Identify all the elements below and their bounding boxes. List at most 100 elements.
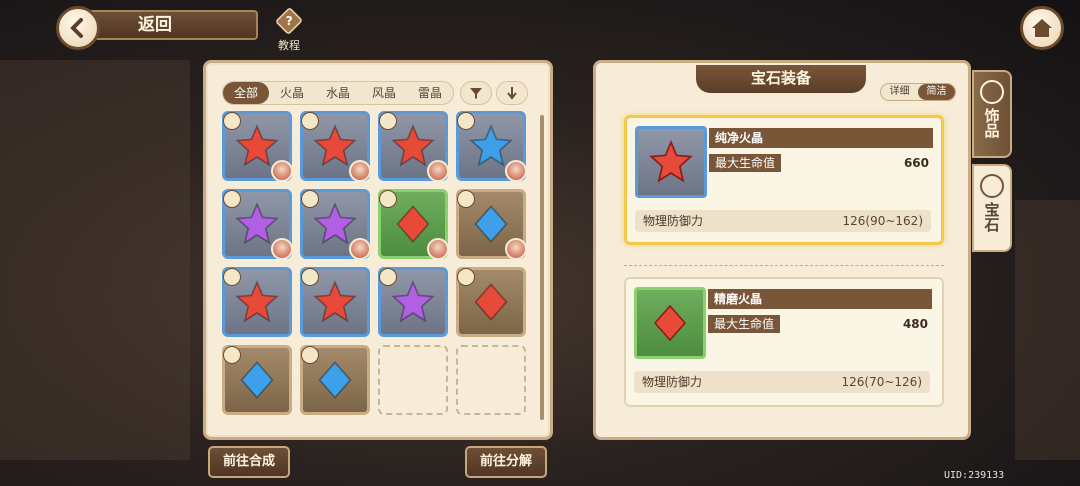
sub-stat-label: 物理防御力 bbox=[643, 214, 704, 228]
go-decompose-button[interactable]: 前往分解 bbox=[465, 446, 547, 478]
help-icon: ? bbox=[274, 6, 304, 36]
rank-badge-icon bbox=[457, 268, 475, 286]
gem-slot[interactable] bbox=[300, 189, 371, 260]
gem-slot[interactable] bbox=[378, 111, 449, 182]
view-toggle: 详细 简洁 bbox=[880, 83, 956, 101]
tab-gem[interactable]: 宝石 bbox=[972, 164, 1012, 252]
rank-badge-icon bbox=[379, 268, 397, 286]
rank-badge-icon bbox=[301, 190, 319, 208]
rank-badge-icon bbox=[223, 346, 241, 364]
divider bbox=[624, 265, 944, 266]
stat-value: 660 bbox=[903, 156, 929, 170]
character-avatar bbox=[505, 160, 527, 182]
character-avatar bbox=[271, 238, 293, 260]
view-simple[interactable]: 简洁 bbox=[918, 84, 955, 100]
red-star-gem-icon bbox=[235, 124, 279, 167]
stat-row: 最大生命值 660 bbox=[709, 154, 933, 174]
tutorial-label: 教程 bbox=[278, 39, 300, 52]
red-diamond-gem-icon bbox=[653, 304, 687, 342]
gem-name: 精磨火晶 bbox=[708, 289, 932, 309]
red-star-gem-icon bbox=[391, 124, 435, 167]
background-shelf bbox=[0, 60, 190, 460]
blue-diamond-gem-icon bbox=[318, 361, 352, 399]
view-detail[interactable]: 详细 bbox=[881, 84, 918, 100]
tab-gem-label: 宝石 bbox=[982, 202, 1001, 232]
filter-tabs: 全部 火晶 水晶 风晶 雷晶 bbox=[222, 81, 454, 105]
rank-badge-icon bbox=[301, 268, 319, 286]
filter-button[interactable] bbox=[460, 81, 492, 105]
user-id: UID:239133 bbox=[944, 470, 1005, 481]
gem-slot[interactable] bbox=[456, 267, 526, 337]
back-bar[interactable]: 返回 bbox=[78, 10, 258, 40]
stat-label: 最大生命值 bbox=[709, 154, 782, 172]
rank-badge-icon bbox=[223, 190, 241, 208]
gem-slot[interactable] bbox=[456, 189, 527, 260]
stat-row: 最大生命值 480 bbox=[708, 315, 932, 335]
gem-slot[interactable] bbox=[300, 345, 370, 415]
gem-inventory-panel: 全部 火晶 水晶 风晶 雷晶 bbox=[203, 60, 553, 440]
tab-fire[interactable]: 火晶 bbox=[269, 82, 315, 104]
red-star-gem-icon bbox=[313, 280, 357, 323]
tab-wind[interactable]: 风晶 bbox=[361, 82, 407, 104]
panel-title: 宝石装备 bbox=[696, 65, 866, 93]
rank-badge-icon bbox=[223, 112, 241, 130]
stat-value: 480 bbox=[902, 317, 928, 331]
gem-name: 纯净火晶 bbox=[709, 128, 933, 148]
character-avatar bbox=[427, 160, 449, 182]
red-diamond-gem-icon bbox=[396, 205, 430, 243]
tab-accessory-label: 饰品 bbox=[982, 108, 1001, 138]
gem-slot[interactable] bbox=[300, 267, 370, 337]
scrollbar-thumb[interactable] bbox=[540, 115, 544, 420]
home-button[interactable] bbox=[1020, 6, 1064, 50]
rank-badge-icon bbox=[457, 190, 475, 208]
character-avatar bbox=[271, 160, 293, 182]
rank-badge-icon bbox=[457, 112, 475, 130]
red-star-gem-icon bbox=[649, 140, 693, 183]
gem-slot[interactable] bbox=[378, 267, 448, 337]
gem-slot[interactable] bbox=[222, 267, 292, 337]
tutorial-button[interactable]: ? 教程 bbox=[272, 6, 306, 53]
gem-thumbnail bbox=[634, 287, 706, 359]
sub-stat-row: 物理防御力 126(70~126) bbox=[634, 371, 930, 393]
character-avatar bbox=[427, 238, 449, 260]
go-craft-button[interactable]: 前往合成 bbox=[208, 446, 290, 478]
empty-slot[interactable] bbox=[378, 345, 448, 415]
gem-slot[interactable] bbox=[300, 111, 371, 182]
rank-badge-icon bbox=[223, 268, 241, 286]
rank-badge-icon bbox=[379, 190, 397, 208]
red-star-gem-icon bbox=[313, 124, 357, 167]
home-icon bbox=[1032, 19, 1052, 37]
gem-icon bbox=[980, 174, 1004, 198]
gem-slot[interactable] bbox=[222, 345, 292, 415]
gem-slot[interactable] bbox=[378, 189, 449, 260]
equipped-gem-card[interactable]: 纯净火晶 最大生命值 660 物理防御力 126(90~162) bbox=[624, 115, 944, 245]
blue-diamond-gem-icon bbox=[474, 205, 508, 243]
gem-slot[interactable] bbox=[222, 189, 293, 260]
blue-star-gem-icon bbox=[469, 124, 513, 167]
sub-stat-row: 物理防御力 126(90~162) bbox=[635, 210, 931, 232]
tab-thunder[interactable]: 雷晶 bbox=[407, 82, 453, 104]
gem-slot[interactable] bbox=[456, 111, 527, 182]
arrow-left-icon bbox=[70, 18, 83, 38]
tab-all[interactable]: 全部 bbox=[223, 82, 269, 104]
character-avatar bbox=[505, 238, 527, 260]
rank-badge-icon bbox=[379, 112, 397, 130]
background-shelf bbox=[1015, 200, 1080, 460]
sub-stat-label: 物理防御力 bbox=[642, 375, 703, 389]
arrow-down-icon bbox=[507, 87, 517, 100]
purple-star-gem-icon bbox=[391, 280, 435, 323]
gem-equipment-panel: 宝石装备 详细 简洁 纯净火晶 最大生命值 660 物理防御力 126(90~1… bbox=[593, 60, 971, 440]
stat-label: 最大生命值 bbox=[708, 315, 781, 333]
empty-slot[interactable] bbox=[456, 345, 526, 415]
accessory-icon bbox=[980, 80, 1004, 104]
purple-star-gem-icon bbox=[313, 202, 357, 245]
sort-button[interactable] bbox=[496, 81, 528, 105]
tab-water[interactable]: 水晶 bbox=[315, 82, 361, 104]
rank-badge-icon bbox=[301, 112, 319, 130]
gem-slot[interactable] bbox=[222, 111, 293, 182]
back-button[interactable] bbox=[56, 6, 100, 50]
red-diamond-gem-icon bbox=[474, 283, 508, 321]
equipped-gem-card[interactable]: 精磨火晶 最大生命值 480 物理防御力 126(70~126) bbox=[624, 277, 944, 407]
back-label: 返回 bbox=[138, 15, 172, 35]
tab-accessory[interactable]: 饰品 bbox=[972, 70, 1012, 158]
